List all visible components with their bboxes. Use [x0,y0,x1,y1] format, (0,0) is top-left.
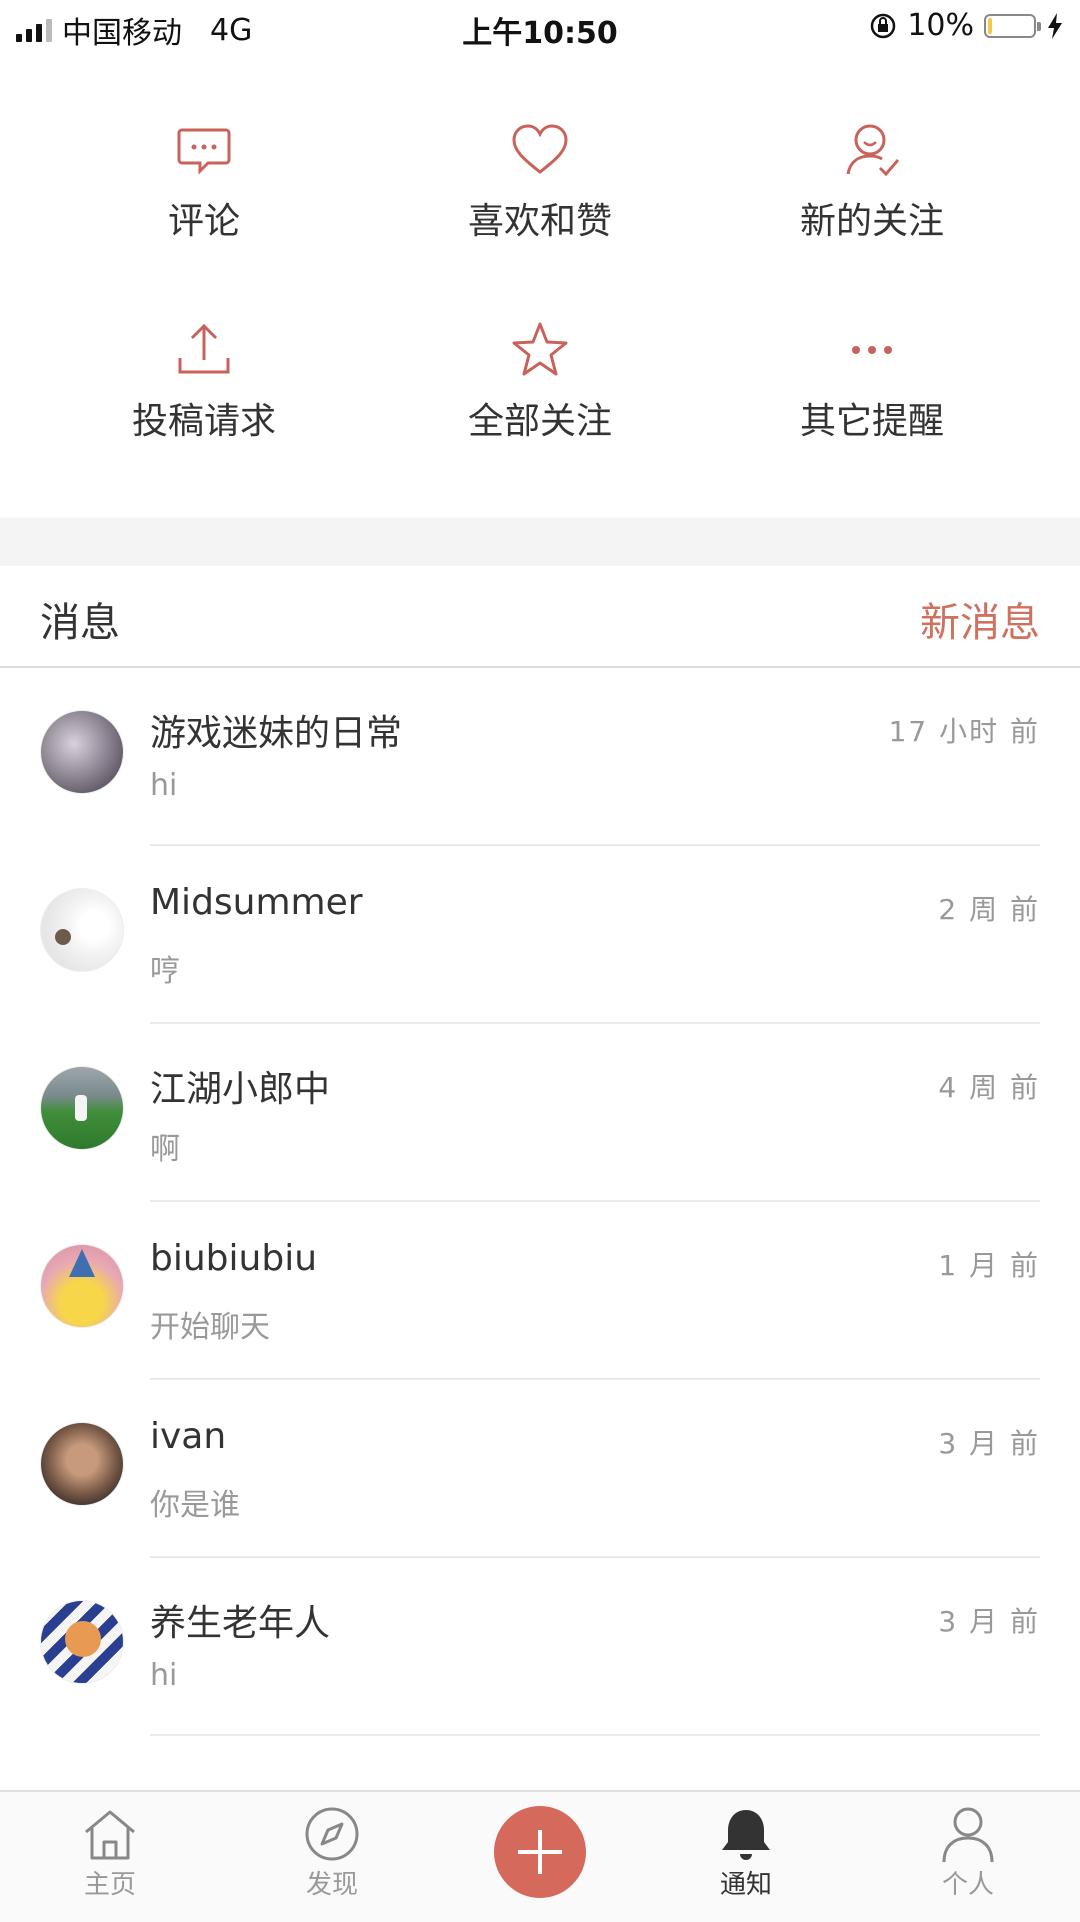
messages-header: 消息 新消息 [0,566,1080,668]
grid-item-new-followers[interactable]: 新的关注 [722,120,1022,244]
tab-notifications[interactable]: 通知 [676,1806,816,1901]
avatar [40,888,124,972]
tab-label: 通知 [719,1870,772,1900]
upload-icon [178,323,230,374]
message-list: 游戏迷妹的日常 17 小时 前 hi Midsummer 2 周 前 哼 江湖小… [0,668,1080,1736]
rotation-lock-icon [871,13,896,38]
grid-label: 喜欢和赞 [467,201,612,242]
message-row[interactable]: biubiubiu 1 月 前 开始聊天 [0,1202,1080,1380]
message-time: 3 月 前 [938,1605,1040,1638]
tab-label: 主页 [83,1870,136,1900]
new-message-button[interactable]: 新消息 [920,590,1040,648]
status-bar: 中国移动 4G 上午10:50 10% [0,0,1080,56]
grid-item-comments[interactable]: 评论 [54,120,354,244]
message-sender: ivan [150,1416,227,1457]
avatar [40,1244,124,1328]
avatar [40,1600,124,1684]
section-divider [0,518,1080,566]
bottom-tab-bar: 主页 发现 通知 个人 [0,1790,1080,1922]
home-icon [85,1810,135,1860]
tab-profile[interactable]: 个人 [898,1806,1038,1901]
message-row[interactable]: ivan 3 月 前 你是谁 [0,1380,1080,1558]
compass-icon [305,1807,359,1861]
follower-icon [846,124,900,177]
message-preview: 你是谁 [150,1488,240,1523]
battery-icon [984,13,1041,38]
star-icon [512,322,568,376]
avatar [40,1422,124,1506]
message-row[interactable]: 江湖小郎中 4 周 前 啊 [0,1024,1080,1202]
message-preview: 啊 [150,1132,180,1167]
message-preview: hi [150,768,178,803]
grid-item-submission-requests[interactable]: 投稿请求 [54,320,354,444]
message-preview: hi [150,1658,178,1693]
message-row[interactable]: 养生老年人 3 月 前 hi [0,1558,1080,1736]
grid-item-other-reminders[interactable]: 其它提醒 [722,320,1022,444]
message-row[interactable]: Midsummer 2 周 前 哼 [0,846,1080,1024]
tab-label: 发现 [305,1870,358,1900]
message-sender: 江湖小郎中 [150,1069,331,1110]
battery-percent: 10% [907,8,974,43]
message-time: 17 小时 前 [888,715,1040,748]
bell-icon [722,1810,770,1860]
grid-item-likes[interactable]: 喜欢和赞 [390,120,690,244]
grid-label: 评论 [167,201,240,242]
battery-fill [988,17,992,34]
message-sender: Midsummer [150,882,363,923]
grid-label: 新的关注 [799,201,944,242]
tab-home[interactable]: 主页 [40,1806,180,1901]
more-icon [852,346,892,354]
message-time: 1 月 前 [938,1249,1040,1282]
grid-label: 全部关注 [467,401,612,442]
message-time: 4 周 前 [938,1071,1040,1104]
message-time: 3 月 前 [938,1427,1040,1460]
charging-icon [1048,12,1062,39]
message-row[interactable]: 游戏迷妹的日常 17 小时 前 hi [0,668,1080,846]
tab-discover[interactable]: 发现 [262,1806,402,1901]
grid-item-all-following[interactable]: 全部关注 [390,320,690,444]
grid-label: 投稿请求 [131,401,276,442]
message-sender: 养生老年人 [150,1603,331,1644]
status-right: 10% [869,8,1064,43]
avatar [40,1066,124,1150]
message-preview: 哼 [150,954,180,989]
message-sender: 游戏迷妹的日常 [150,713,403,754]
message-time: 2 周 前 [938,893,1040,926]
message-preview: 开始聊天 [150,1310,270,1345]
person-icon [942,1807,994,1862]
avatar [40,710,124,794]
messages-title: 消息 [40,600,120,646]
heart-icon [512,124,568,174]
comment-icon [177,128,231,175]
grid-label: 其它提醒 [799,401,944,442]
tab-label: 个人 [941,1870,994,1900]
add-button[interactable] [494,1806,586,1898]
message-sender: biubiubiu [150,1238,318,1279]
